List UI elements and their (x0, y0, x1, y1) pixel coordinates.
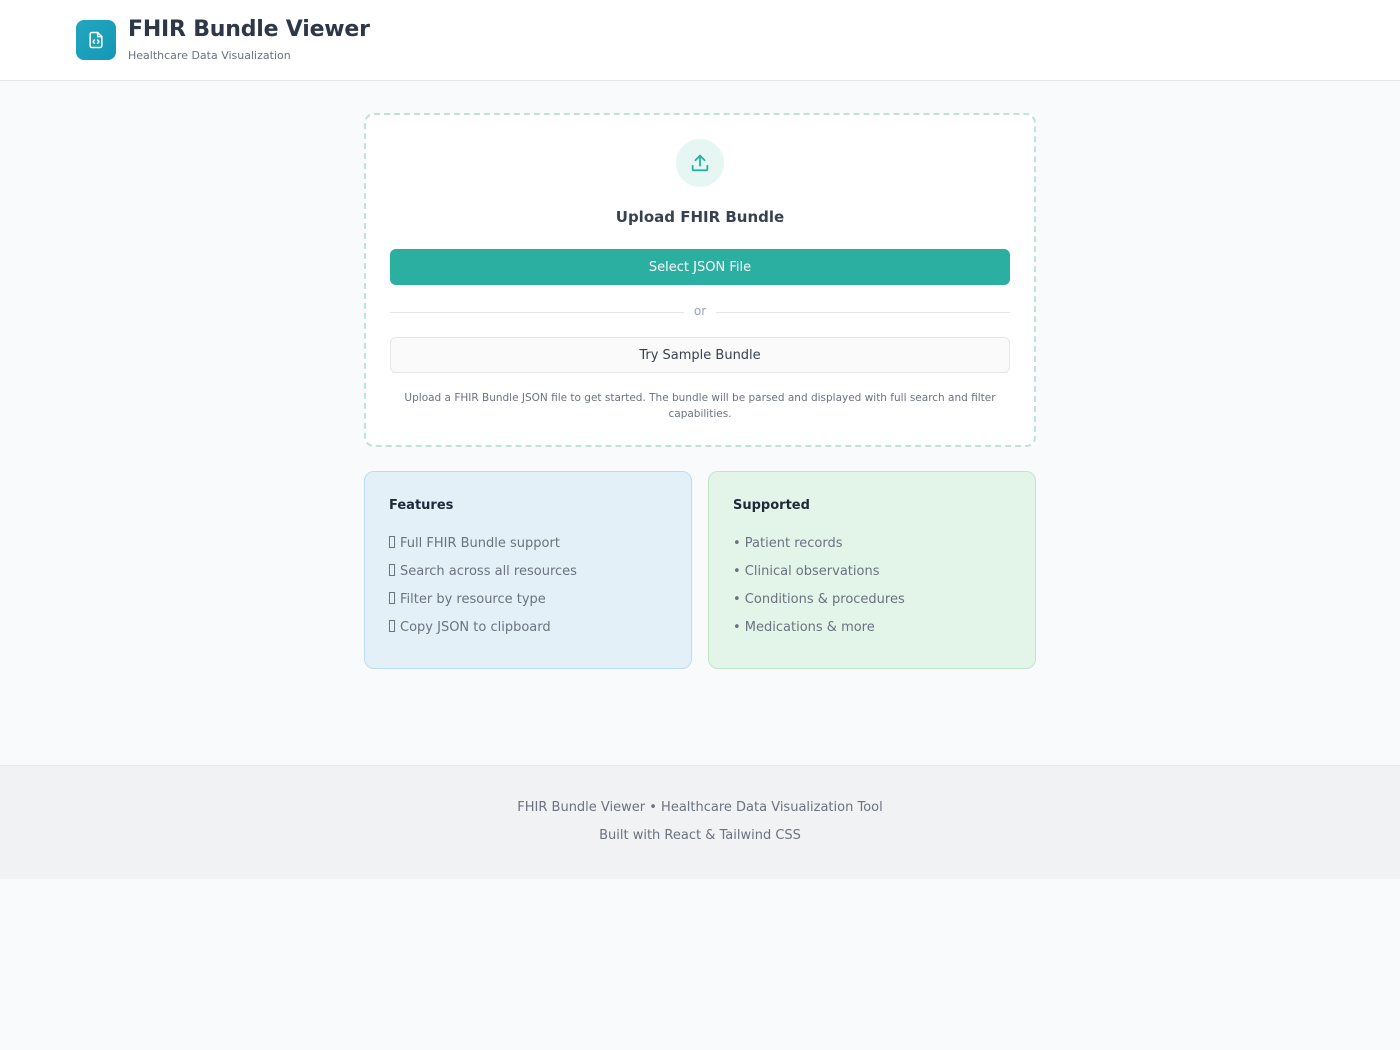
supported-card: Supported • Patient records • Clinical o… (708, 471, 1036, 669)
select-json-file-button[interactable]: Select JSON File (390, 249, 1010, 285)
file-code-icon (76, 20, 116, 60)
supported-list: • Patient records • Clinical observation… (733, 535, 1011, 647)
list-item: • Medications & more (733, 620, 875, 635)
features-card: Features Full FHIR Bundle support Search… (364, 471, 692, 669)
app-header: FHIR Bundle Viewer Healthcare Data Visua… (0, 0, 1400, 81)
missing-glyph-icon (389, 564, 395, 576)
list-item: • Patient records (733, 536, 843, 551)
list-item: Filter by resource type (389, 591, 667, 619)
try-sample-bundle-button[interactable]: Try Sample Bundle (390, 337, 1010, 373)
list-item: • Conditions & procedures (733, 592, 905, 607)
features-list: Full FHIR Bundle support Search across a… (389, 535, 667, 647)
footer-line-1: FHIR Bundle Viewer • Healthcare Data Vis… (517, 800, 883, 815)
missing-glyph-icon (389, 536, 395, 548)
footer-line-2: Built with React & Tailwind CSS (599, 828, 801, 843)
app-title: FHIR Bundle Viewer (128, 17, 370, 42)
upload-help-text: Upload a FHIR Bundle JSON file to get st… (404, 392, 996, 420)
supported-title: Supported (733, 498, 810, 513)
app-subtitle: Healthcare Data Visualization (128, 49, 291, 62)
app-footer: FHIR Bundle Viewer • Healthcare Data Vis… (0, 765, 1400, 879)
upload-icon (676, 139, 724, 187)
list-item: Copy JSON to clipboard (389, 619, 667, 647)
features-title: Features (389, 498, 454, 513)
upload-title: Upload FHIR Bundle (615, 208, 785, 226)
list-item: Search across all resources (389, 563, 667, 591)
divider-or-label: or (693, 304, 707, 318)
upload-dropzone[interactable]: Upload FHIR Bundle Select JSON File or T… (364, 113, 1036, 447)
missing-glyph-icon (389, 620, 395, 632)
list-item: Full FHIR Bundle support (389, 535, 667, 563)
missing-glyph-icon (389, 592, 395, 604)
list-item: • Clinical observations (733, 564, 880, 579)
